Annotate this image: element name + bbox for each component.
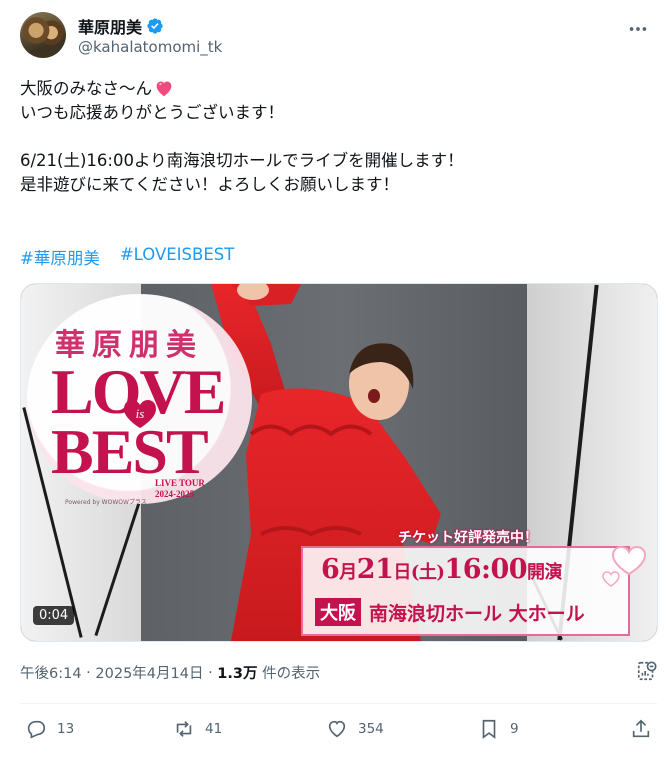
date-month: 6: [321, 554, 340, 585]
logo-best-text: BEST: [51, 416, 209, 487]
concert-venue: 大阪 南海浪切ホール 大ホール: [315, 598, 585, 626]
bookmark-button[interactable]: 9: [478, 718, 519, 740]
date-day-unit: 日: [393, 562, 411, 583]
view-activity-icon[interactable]: [636, 660, 658, 682]
hashtag-link[interactable]: #LOVEISBEST: [120, 245, 234, 269]
tweet-line: 6/21(土)16:00より南海浪切ホールでライブを開催します！: [20, 151, 464, 170]
decorative-hearts-icon: [602, 545, 647, 587]
like-count: 354: [358, 721, 384, 737]
author-name-row: 華原朋美: [78, 14, 164, 38]
post-time[interactable]: 午後6:14: [20, 662, 82, 683]
tweet-line-text: 大阪のみなさ〜ん: [20, 79, 152, 98]
date-time: 16:00: [444, 554, 528, 585]
hashtag-link[interactable]: #華原朋美: [20, 245, 100, 269]
repost-button[interactable]: 41: [173, 718, 222, 740]
display-name[interactable]: 華原朋美: [78, 14, 142, 38]
bookmark-count: 9: [510, 721, 519, 737]
concert-info-box: 6月21日(土)16:00開演 大阪 南海浪切ホール 大ホール: [301, 546, 630, 636]
views-label: 件の表示: [257, 666, 321, 682]
venue-name: 南海浪切ホール 大ホール: [369, 602, 585, 625]
logo-tour-title: LIVE TOUR: [155, 478, 205, 488]
reply-count: 13: [57, 721, 75, 737]
date-month-unit: 月: [339, 562, 357, 583]
ticket-on-sale-text: チケット好評発売中！: [398, 530, 538, 546]
tweet-header: 華原朋美 @kahalatomomi_tk: [20, 12, 653, 62]
like-heart-icon: [328, 720, 346, 738]
more-options-icon[interactable]: [627, 18, 649, 40]
concert-date: 6月21日(土)16:00開演: [321, 554, 563, 585]
tweet-text: 大阪のみなさ〜ん いつも応援ありがとうございます！ 6/21(土)16:00より…: [20, 77, 640, 197]
logo-tour-years: 2024-2025: [155, 489, 194, 499]
tweet-line: 大阪のみなさ〜ん: [20, 77, 640, 101]
repost-icon: [176, 721, 192, 737]
share-button[interactable]: [630, 718, 652, 740]
hashtag-row: #華原朋美 #LOVEISBEST: [20, 245, 234, 269]
date-weekday: (土): [410, 562, 445, 583]
video-timestamp: 0:04: [33, 606, 75, 625]
logo-sponsor: Powered by WOWOWプラス: [65, 499, 147, 506]
venue-city-tag: 大阪: [315, 598, 361, 626]
divider: [20, 703, 657, 704]
date-day: 21: [356, 554, 394, 585]
repost-count: 41: [205, 721, 223, 737]
date-suffix: 開演: [527, 562, 563, 583]
action-bar: 13 41 354 9: [20, 718, 660, 748]
like-button[interactable]: 354: [326, 718, 384, 740]
meta-separator: ·: [81, 664, 96, 681]
post-date[interactable]: 2025年4月14日: [95, 662, 203, 683]
tweet-meta: 午後6:14 · 2025年4月14日 · 1.3万 件の表示: [20, 662, 320, 683]
verified-badge-icon: [147, 18, 163, 34]
handle[interactable]: @kahalatomomi_tk: [78, 38, 222, 56]
reply-icon: [27, 720, 46, 739]
meta-separator: ·: [203, 664, 218, 681]
logo-tour-label: LIVE TOUR 2024-2025: [155, 478, 205, 500]
reply-button[interactable]: 13: [25, 718, 74, 740]
video-player[interactable]: 華原朋美 LOVE is BEST LIVE TOUR 2024-2025 Po…: [20, 283, 658, 642]
avatar[interactable]: [20, 12, 66, 58]
tweet-line: 是非遊びに来てください！よろしくお願いします！: [20, 175, 400, 194]
heart-emoji-icon: [156, 81, 172, 97]
views-count: 1.3万: [217, 666, 258, 682]
share-icon: [632, 719, 650, 738]
tweet-line: いつも応援ありがとうございます！: [20, 103, 284, 122]
bookmark-icon: [482, 719, 496, 739]
tour-logo: 華原朋美 LOVE is BEST LIVE TOUR 2024-2025 Po…: [27, 294, 252, 506]
